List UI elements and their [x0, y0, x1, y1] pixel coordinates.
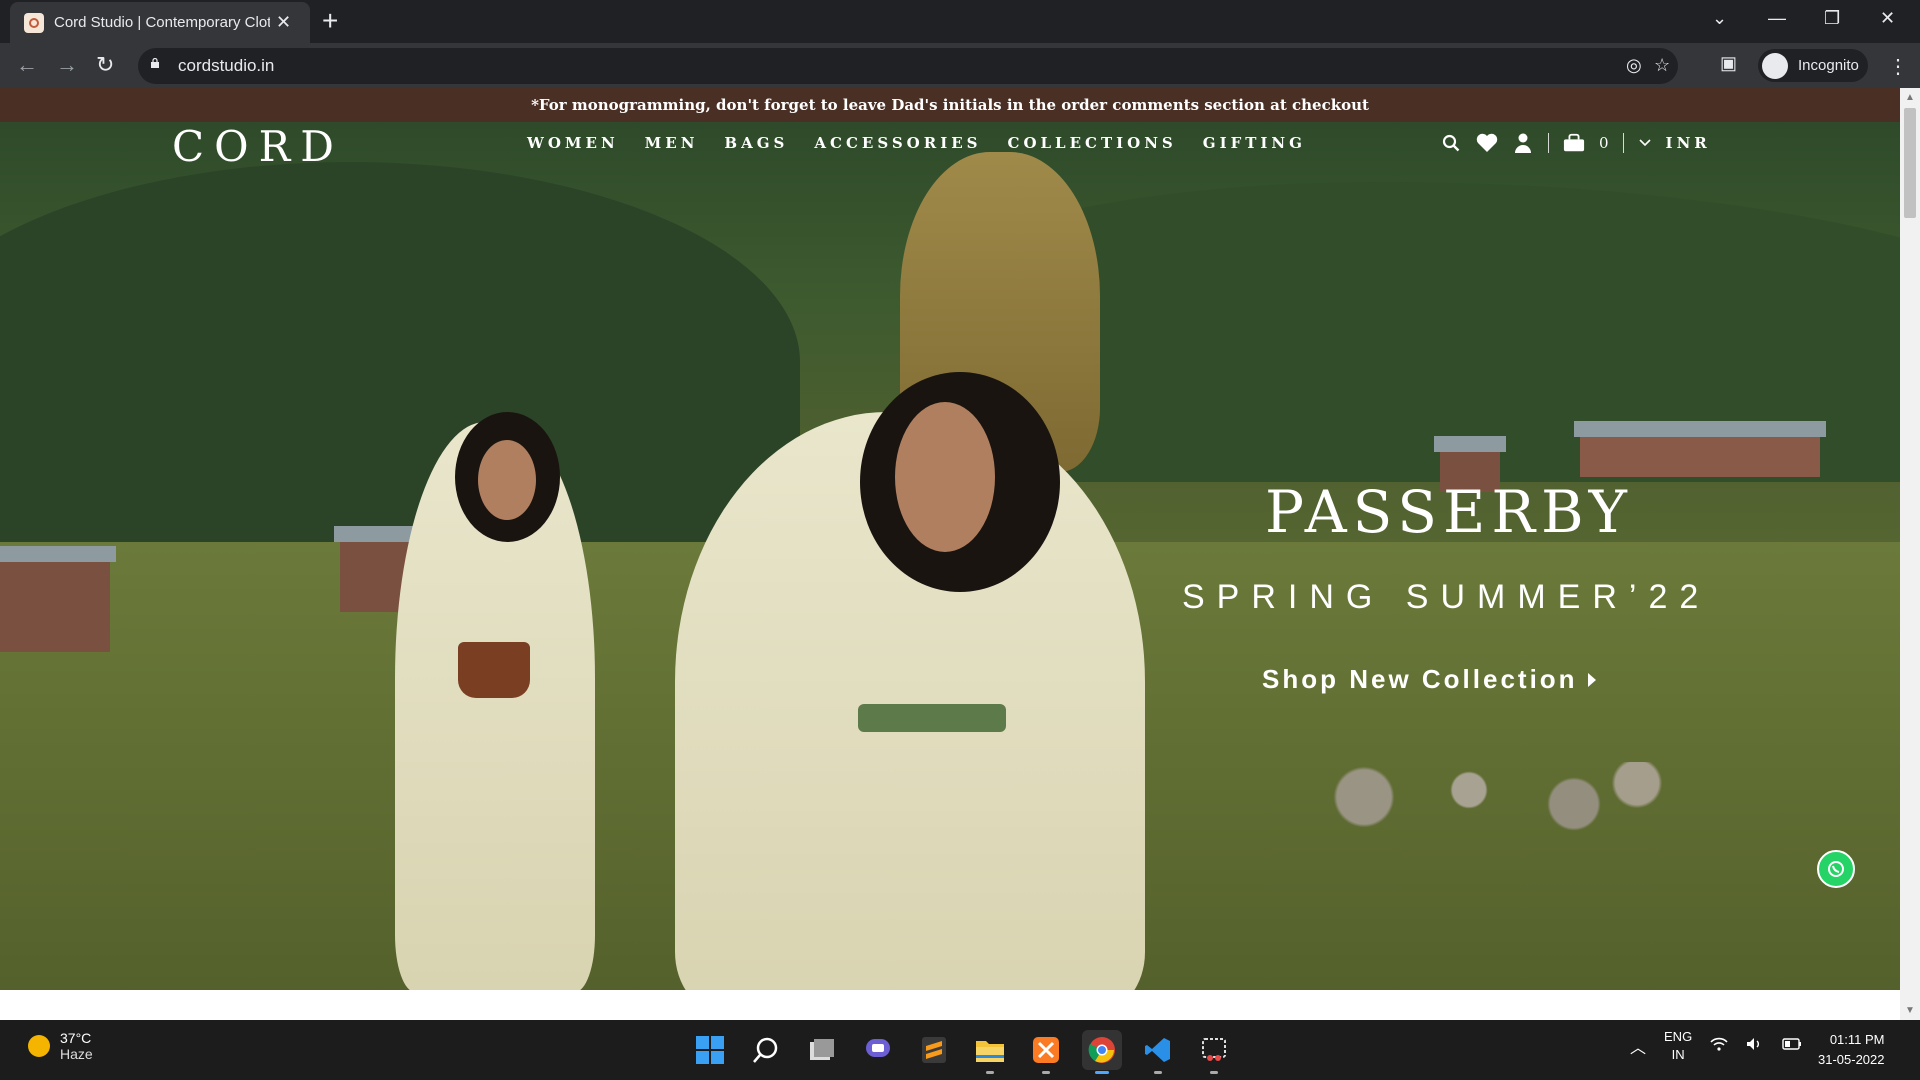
teams-chat-icon[interactable] [858, 1030, 898, 1070]
tab-search-icon[interactable]: ⌄ [1712, 8, 1727, 29]
hero-house [1574, 421, 1826, 477]
vscode-icon[interactable] [1138, 1030, 1178, 1074]
hero-model-face [895, 402, 995, 552]
browser-tab[interactable]: Cord Studio | Contemporary Clot ✕ [10, 2, 310, 43]
file-explorer-icon[interactable] [970, 1030, 1010, 1074]
eye-off-icon[interactable]: ◎ [1626, 55, 1642, 76]
search-icon[interactable] [746, 1030, 786, 1070]
clock-date: 31-05-2022 [1818, 1052, 1885, 1067]
browser-tab-bar: Cord Studio | Contemporary Clot ✕ + ⌄ — … [0, 0, 1920, 43]
incognito-icon [1762, 52, 1788, 79]
xampp-icon[interactable] [1026, 1030, 1066, 1074]
scroll-up-icon[interactable]: ▲ [1905, 92, 1915, 103]
close-window-button[interactable]: ✕ [1880, 8, 1895, 29]
nav-item-men[interactable]: MEN [645, 134, 699, 152]
chevron-down-icon[interactable] [1638, 132, 1652, 154]
web-page: *For monogramming, don't forget to leave… [0, 88, 1900, 1020]
chrome-icon[interactable] [1082, 1030, 1122, 1074]
system-tray: ︿ ENG IN [1630, 1028, 1802, 1064]
header-divider [1622, 133, 1624, 153]
hero-title: PASSERBY [1265, 478, 1633, 546]
battery-icon[interactable] [1782, 1037, 1802, 1056]
snipping-tool-icon[interactable] [1194, 1030, 1234, 1074]
task-view-icon[interactable] [802, 1030, 842, 1070]
volume-icon[interactable] [1746, 1037, 1764, 1056]
caret-right-icon [1587, 672, 1596, 687]
nav-item-collections[interactable]: COLLECTIONS [1008, 134, 1177, 152]
nav-item-bags[interactable]: BAGS [724, 134, 788, 152]
url-text: cordstudio.in [178, 56, 275, 75]
lang-top: ENG [1664, 1029, 1693, 1044]
address-bar[interactable]: cordstudio.in ◎ ☆ [138, 48, 1678, 84]
cart-count: 0 [1599, 134, 1609, 152]
language-indicator[interactable]: ENG IN [1664, 1028, 1692, 1064]
hero-banner[interactable]: CORD WOMEN MEN BAGS ACCESSORIES COLLECTI… [0, 122, 1900, 990]
clock-time: 01:11 PM [1829, 1032, 1885, 1047]
cta-label: Shop New Collection [1262, 664, 1578, 694]
cart-bag-icon[interactable] [1563, 132, 1585, 154]
taskbar-apps [690, 1030, 1234, 1074]
new-tab-button[interactable]: + [322, 6, 338, 36]
header-divider [1548, 133, 1549, 153]
nav-item-accessories[interactable]: ACCESSORIES [814, 134, 981, 152]
scroll-down-icon[interactable]: ▼ [1905, 1005, 1915, 1016]
hero-subtitle: SPRING SUMMER’22 [1182, 578, 1711, 616]
bookmark-star-icon[interactable]: ☆ [1654, 55, 1670, 76]
hero-model-face [478, 440, 536, 520]
back-button[interactable]: ← [16, 52, 38, 78]
lock-icon [151, 58, 159, 68]
minimize-button[interactable]: — [1768, 8, 1786, 29]
nav-item-women[interactable]: WOMEN [527, 134, 619, 152]
page-scrollbar[interactable]: ▲ ▼ [1900, 88, 1920, 1020]
hero-rocks [1280, 762, 1700, 832]
wishlist-heart-icon[interactable] [1476, 132, 1498, 154]
windows-taskbar: 37°C Haze ︿ ENG IN 01:11 PM 31-05-2022 [0, 1020, 1920, 1080]
tab-title: Cord Studio | Contemporary Clot [54, 14, 270, 31]
weather-temp: 37°C [60, 1030, 92, 1046]
restore-button[interactable]: ❐ [1824, 8, 1840, 29]
incognito-badge[interactable]: Incognito [1758, 49, 1868, 82]
hero-belt-bag [458, 642, 530, 698]
browser-toolbar: ← → ↻ cordstudio.in ◎ ☆ ▣ Incognito ⋮ [0, 43, 1920, 88]
nav-item-gifting[interactable]: GIFTING [1203, 134, 1306, 152]
browser-menu-icon[interactable]: ⋮ [1888, 54, 1908, 79]
system-clock[interactable]: 01:11 PM 31-05-2022 [1818, 1030, 1885, 1070]
chevron-up-icon[interactable]: ︿ [1630, 1034, 1646, 1058]
whatsapp-icon[interactable] [1817, 850, 1855, 888]
sun-icon [28, 1035, 50, 1057]
hero-green-belt [858, 704, 1006, 732]
site-logo[interactable]: CORD [172, 122, 344, 171]
side-panel-icon[interactable]: ▣ [1720, 53, 1737, 74]
account-user-icon[interactable] [1512, 132, 1534, 154]
shop-new-collection-link[interactable]: Shop New Collection [1262, 664, 1596, 695]
currency-selector[interactable]: INR [1666, 134, 1711, 152]
weather-desc: Haze [60, 1046, 93, 1062]
lang-bottom: IN [1671, 1047, 1685, 1062]
site-favicon-icon [24, 12, 44, 33]
main-nav: WOMEN MEN BAGS ACCESSORIES COLLECTIONS G… [527, 134, 1306, 152]
hero-house [0, 546, 116, 652]
reload-button[interactable]: ↻ [96, 52, 114, 78]
hero-mountain [0, 162, 800, 562]
forward-button[interactable]: → [56, 52, 78, 78]
wifi-icon[interactable] [1710, 1037, 1728, 1056]
search-icon[interactable] [1440, 132, 1462, 154]
close-tab-icon[interactable]: ✕ [276, 12, 291, 33]
sublime-text-icon[interactable] [914, 1030, 954, 1070]
scrollbar-thumb[interactable] [1904, 108, 1916, 218]
header-icons: 0 INR [1440, 132, 1711, 154]
incognito-label: Incognito [1798, 57, 1859, 74]
announcement-bar: *For monogramming, don't forget to leave… [0, 88, 1900, 122]
weather-widget[interactable]: 37°C Haze [28, 1030, 93, 1062]
start-windows-icon[interactable] [690, 1030, 730, 1070]
